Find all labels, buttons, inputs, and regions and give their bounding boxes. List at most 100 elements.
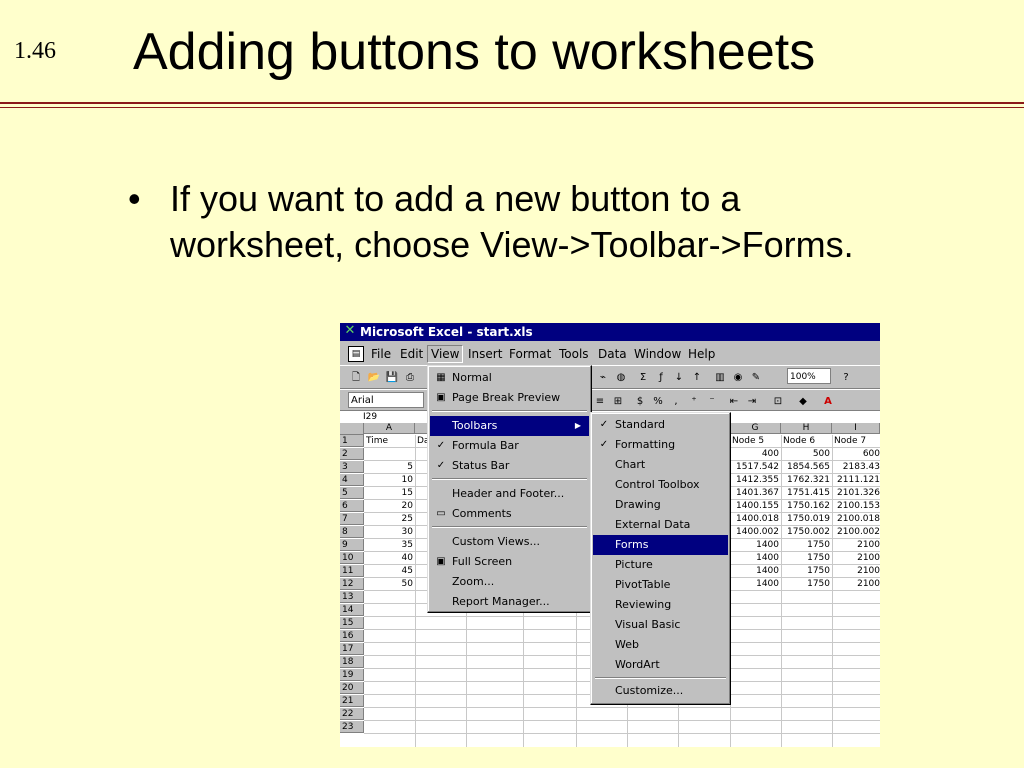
cell-col-g[interactable]: 1400 xyxy=(732,578,779,590)
row-header[interactable]: 16 xyxy=(340,630,364,642)
row-header[interactable]: 4 xyxy=(340,474,364,486)
col-header-h[interactable]: H xyxy=(781,423,832,434)
cell-col-i[interactable]: 2100 xyxy=(834,578,880,590)
new-icon[interactable]: 🗋 xyxy=(348,370,364,385)
menu-item-zoom[interactable]: Zoom... xyxy=(430,572,589,592)
cell-col-g[interactable]: 1400.002 xyxy=(732,526,779,538)
cell-col-i[interactable]: 2100.018 xyxy=(834,513,880,525)
toolbar-item-web[interactable]: Web xyxy=(593,635,728,655)
cell-col-a[interactable]: 40 xyxy=(366,552,413,564)
menu-item-comments[interactable]: ▭ Comments xyxy=(430,504,589,524)
sort-desc-icon[interactable]: ↑ xyxy=(689,370,705,385)
toolbar-item-customize[interactable]: Customize... xyxy=(593,681,728,701)
cell-col-h[interactable]: 500 xyxy=(783,448,830,460)
row-header[interactable]: 3 xyxy=(340,461,364,473)
function-icon[interactable]: ƒ xyxy=(653,370,669,385)
menu-item-status-bar[interactable]: ✓ Status Bar xyxy=(430,456,589,476)
toolbar-item-external-data[interactable]: External Data xyxy=(593,515,728,535)
window-titlebar[interactable]: ✕ Microsoft Excel - start.xls xyxy=(340,323,880,341)
cell-col-g[interactable]: 1400 xyxy=(732,539,779,551)
toolbar-item-control-toolbox[interactable]: Control Toolbox xyxy=(593,475,728,495)
decrease-indent-icon[interactable]: ⇤ xyxy=(726,394,742,409)
cell-col-a[interactable]: Time xyxy=(366,435,413,447)
menu-format[interactable]: Format xyxy=(506,346,554,362)
toolbar-item-reviewing[interactable]: Reviewing xyxy=(593,595,728,615)
row-header[interactable]: 20 xyxy=(340,682,364,694)
cell-col-g[interactable]: Node 5 xyxy=(732,435,779,447)
open-icon[interactable]: 📂 xyxy=(366,370,382,385)
cell-col-i[interactable]: 2100.002 xyxy=(834,526,880,538)
row-header[interactable]: 7 xyxy=(340,513,364,525)
cell-col-h[interactable]: 1750 xyxy=(783,578,830,590)
menu-item-page-break-preview[interactable]: ▣ Page Break Preview xyxy=(430,388,589,408)
menu-data[interactable]: Data xyxy=(595,346,630,362)
row-header[interactable]: 14 xyxy=(340,604,364,616)
font-color-icon[interactable]: A xyxy=(820,394,836,409)
cell-col-i[interactable]: 2100 xyxy=(834,565,880,577)
cell-col-i[interactable]: 600 xyxy=(834,448,880,460)
decrease-decimal-icon[interactable]: ⁻ xyxy=(704,394,720,409)
print-icon[interactable]: ⎙ xyxy=(402,370,418,385)
col-header-g[interactable]: G xyxy=(730,423,781,434)
cell-col-h[interactable]: 1750 xyxy=(783,539,830,551)
row-header[interactable]: 2 xyxy=(340,448,364,460)
menu-file[interactable]: File xyxy=(368,346,394,362)
cell-col-a[interactable]: 20 xyxy=(366,500,413,512)
save-icon[interactable]: 💾 xyxy=(384,370,400,385)
increase-indent-icon[interactable]: ⇥ xyxy=(744,394,760,409)
autosum-icon[interactable]: Σ xyxy=(635,370,651,385)
menu-item-formula-bar[interactable]: ✓ Formula Bar xyxy=(430,436,589,456)
menu-edit[interactable]: Edit xyxy=(397,346,426,362)
cell-col-g[interactable]: 1412.355 xyxy=(732,474,779,486)
cell-col-a[interactable]: 30 xyxy=(366,526,413,538)
cell-col-a[interactable]: 50 xyxy=(366,578,413,590)
row-header[interactable]: 10 xyxy=(340,552,364,564)
help-icon[interactable]: ? xyxy=(838,370,854,385)
cell-col-g[interactable]: 1401.367 xyxy=(732,487,779,499)
row-header[interactable]: 19 xyxy=(340,669,364,681)
cell-col-h[interactable]: 1750.002 xyxy=(783,526,830,538)
cell-col-h[interactable]: 1750.162 xyxy=(783,500,830,512)
cell-col-g[interactable]: 1517.542 xyxy=(732,461,779,473)
name-box[interactable]: I29 xyxy=(342,411,398,423)
menu-window[interactable]: Window xyxy=(631,346,684,362)
map-icon[interactable]: ◉ xyxy=(730,370,746,385)
cell-col-i[interactable]: 2101.326 xyxy=(834,487,880,499)
row-header[interactable]: 13 xyxy=(340,591,364,603)
zoom-select[interactable]: 100% xyxy=(787,368,831,384)
cell-col-i[interactable]: 2183.43 xyxy=(834,461,880,473)
sort-asc-icon[interactable]: ↓ xyxy=(671,370,687,385)
toolbar-item-drawing[interactable]: Drawing xyxy=(593,495,728,515)
menu-view[interactable]: View xyxy=(427,345,464,363)
cell-col-h[interactable]: 1750.019 xyxy=(783,513,830,525)
menu-insert[interactable]: Insert xyxy=(465,346,505,362)
menu-item-header-footer[interactable]: Header and Footer... xyxy=(430,484,589,504)
cell-col-a[interactable]: 35 xyxy=(366,539,413,551)
currency-icon[interactable]: $ xyxy=(632,394,648,409)
menu-help[interactable]: Help xyxy=(685,346,718,362)
merge-center-icon[interactable]: ≡ xyxy=(592,394,608,409)
document-icon[interactable]: ▤ xyxy=(348,346,364,362)
row-header[interactable]: 8 xyxy=(340,526,364,538)
fill-color-icon[interactable]: ◆ xyxy=(795,394,811,409)
cell-col-a[interactable] xyxy=(366,448,413,460)
cell-col-g[interactable]: 1400.018 xyxy=(732,513,779,525)
cell-col-g[interactable]: 1400 xyxy=(732,565,779,577)
borders-icon[interactable]: ⊡ xyxy=(770,394,786,409)
hyperlink-icon[interactable]: ⌁ xyxy=(595,370,611,385)
row-header[interactable]: 6 xyxy=(340,500,364,512)
cell-col-i[interactable]: 2100 xyxy=(834,539,880,551)
merge-icon[interactable]: ⊞ xyxy=(610,394,626,409)
menu-item-normal[interactable]: ▦ Normal xyxy=(430,368,589,388)
cell-col-i[interactable]: 2100.153 xyxy=(834,500,880,512)
cell-col-g[interactable]: 1400.155 xyxy=(732,500,779,512)
drawing-icon[interactable]: ✎ xyxy=(748,370,764,385)
cell-col-h[interactable]: 1751.415 xyxy=(783,487,830,499)
row-header[interactable]: 12 xyxy=(340,578,364,590)
menu-item-custom-views[interactable]: Custom Views... xyxy=(430,532,589,552)
toolbar-item-formatting[interactable]: ✓ Formatting xyxy=(593,435,728,455)
menu-item-toolbars[interactable]: Toolbars ▶ xyxy=(430,416,589,436)
cell-col-h[interactable]: Node 6 xyxy=(783,435,830,447)
cell-col-i[interactable]: 2111.121 xyxy=(834,474,880,486)
chart-wizard-icon[interactable]: ▥ xyxy=(712,370,728,385)
